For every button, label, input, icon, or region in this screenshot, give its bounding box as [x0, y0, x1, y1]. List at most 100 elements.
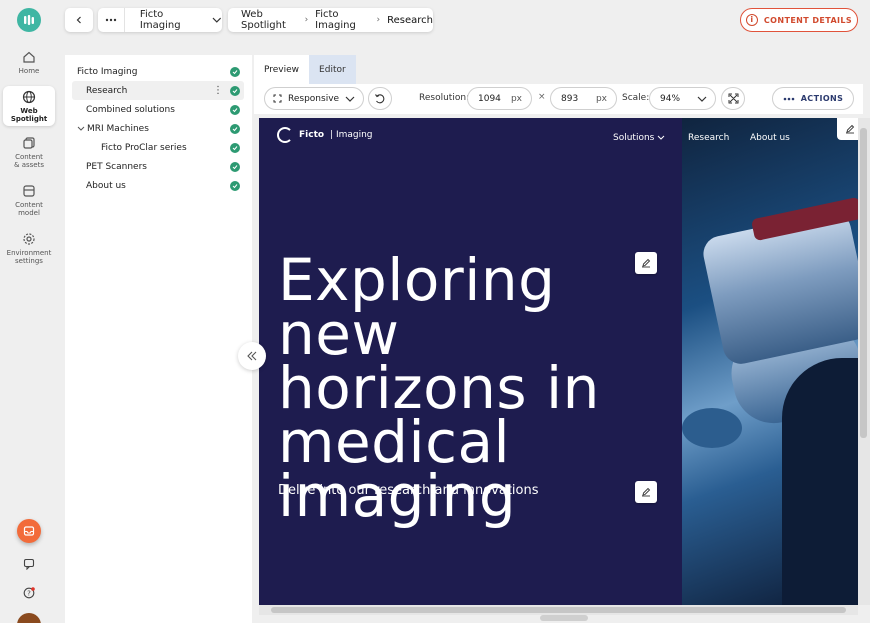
image-shape	[682, 408, 742, 448]
vertical-scrollbar[interactable]	[858, 118, 870, 605]
scale-select[interactable]: 94%	[649, 87, 716, 110]
rail-home-label: Home	[18, 67, 40, 75]
tree-item-ficto-proclar[interactable]: Ficto ProClar series	[72, 138, 244, 157]
pencil-icon	[642, 258, 651, 268]
nav-research[interactable]: Research	[688, 133, 729, 143]
actions-label: ACTIONS	[800, 94, 844, 103]
times-icon: ×	[538, 92, 546, 102]
more-icon[interactable]	[98, 8, 125, 32]
collapse-tree-button[interactable]	[238, 342, 266, 370]
edit-subtitle-button[interactable]	[635, 481, 657, 503]
height-input[interactable]: 893 px	[550, 87, 617, 110]
tree-item-label: MRI Machines	[87, 123, 149, 134]
hero-line: horizons in	[278, 354, 600, 422]
width-unit: px	[510, 93, 522, 104]
rotate-icon	[375, 93, 385, 103]
hero-subtitle: Delve into our research and innovations	[278, 483, 539, 498]
nav-about-us[interactable]: About us	[750, 133, 790, 143]
help-button[interactable]: ?	[17, 581, 41, 605]
logo-mark-icon	[277, 127, 293, 143]
width-value: 1094	[478, 93, 501, 104]
scroll-thumb[interactable]	[271, 607, 846, 613]
responsive-label: Responsive	[288, 93, 340, 104]
tree-item-mri-machines[interactable]: MRI Machines	[72, 119, 244, 138]
nav-solutions-label: Solutions	[613, 133, 655, 143]
width-input[interactable]: 1094 px	[467, 87, 532, 110]
site-logo[interactable]: Ficto | Imaging	[277, 127, 373, 143]
content-details-label: CONTENT DETAILS	[763, 15, 853, 25]
check-icon	[230, 143, 240, 153]
image-shape	[782, 358, 858, 605]
chevron-down-icon[interactable]	[76, 126, 86, 132]
height-unit: px	[595, 93, 607, 104]
page-tree: Ficto Imaging Research ⋮ Combined soluti…	[65, 55, 252, 623]
brand-suffix: | Imaging	[330, 130, 373, 140]
tree-item-about-us[interactable]: About us	[72, 176, 244, 195]
check-icon	[230, 105, 240, 115]
scroll-thumb[interactable]	[860, 128, 867, 438]
tree-item-label: Combined solutions	[86, 104, 175, 115]
rail-web-label-1: Web	[20, 107, 38, 115]
rail-model-label-2: model	[18, 209, 40, 217]
left-rail: Home Web Spotlight Content & assets Cont…	[0, 0, 58, 623]
breadcrumb-item[interactable]: Ficto Imaging	[315, 9, 369, 31]
rail-environment-settings[interactable]: Environment settings	[3, 232, 55, 265]
rail-content-model[interactable]: Content model	[3, 184, 55, 217]
tab-preview[interactable]: Preview	[254, 55, 310, 84]
avatar[interactable]	[17, 613, 41, 623]
help-icon: ?	[23, 587, 35, 599]
fit-screen-button[interactable]	[721, 87, 745, 110]
resize-handle[interactable]	[540, 615, 588, 621]
rail-content-label-2: & assets	[14, 161, 44, 169]
tree-item-ficto-imaging[interactable]: Ficto Imaging	[72, 62, 244, 81]
chevron-down-icon	[657, 135, 665, 140]
check-icon	[230, 162, 240, 172]
hero-line: Exploring new	[278, 246, 556, 368]
preview-frame[interactable]: Ficto | Imaging Solutions Research About…	[259, 118, 858, 605]
app-logo[interactable]	[17, 8, 41, 32]
rail-env-label-2: settings	[15, 257, 43, 265]
content-icon	[23, 137, 35, 149]
chat-icon	[23, 558, 35, 570]
resolution-label: Resolution:	[419, 93, 470, 103]
svg-text:?: ?	[27, 589, 31, 597]
feedback-button[interactable]	[17, 552, 41, 576]
actions-button[interactable]: ACTIONS	[772, 87, 854, 110]
brand-name: Ficto	[299, 130, 325, 140]
kebab-icon[interactable]: ⋮	[213, 84, 223, 97]
rail-content-label-1: Content	[15, 153, 43, 161]
chevron-down-icon	[212, 17, 222, 23]
rail-content-assets[interactable]: Content & assets	[3, 136, 55, 169]
tree-item-combined-solutions[interactable]: Combined solutions	[72, 100, 244, 119]
rail-web-label-2: Spotlight	[10, 115, 48, 123]
horizontal-scrollbar[interactable]	[259, 605, 858, 615]
rail-env-label-1: Environment	[6, 249, 52, 257]
height-value: 893	[561, 93, 579, 104]
collection-selector[interactable]: Ficto Imaging	[98, 8, 222, 32]
breadcrumb-current: Research	[387, 14, 433, 26]
pencil-icon	[846, 124, 855, 134]
content-details-button[interactable]: i CONTENT DETAILS	[740, 8, 858, 32]
check-icon	[230, 67, 240, 77]
chevron-left-icon	[76, 16, 81, 24]
edit-heading-button[interactable]	[635, 252, 657, 274]
inbox-button[interactable]	[17, 519, 41, 543]
tree-item-label: About us	[86, 180, 126, 191]
tab-editor[interactable]: Editor	[309, 55, 356, 84]
gear-icon	[23, 233, 35, 245]
rotate-button[interactable]	[368, 87, 392, 110]
nav-solutions[interactable]: Solutions	[613, 133, 665, 143]
pencil-icon	[642, 487, 651, 497]
tree-item-pet-scanners[interactable]: PET Scanners	[72, 157, 244, 176]
tree-item-research[interactable]: Research ⋮	[72, 81, 244, 100]
rail-home[interactable]: Home	[3, 50, 55, 75]
breadcrumb-item[interactable]: Web Spotlight	[241, 9, 298, 31]
check-icon	[230, 124, 240, 134]
expand-icon	[273, 94, 282, 103]
microscope-image	[682, 118, 858, 605]
rail-web-spotlight[interactable]: Web Spotlight	[3, 86, 55, 126]
collection-name: Ficto Imaging	[139, 9, 181, 31]
back-button[interactable]	[65, 8, 93, 32]
responsive-select[interactable]: Responsive	[264, 87, 364, 110]
rail-model-label-1: Content	[15, 201, 43, 209]
